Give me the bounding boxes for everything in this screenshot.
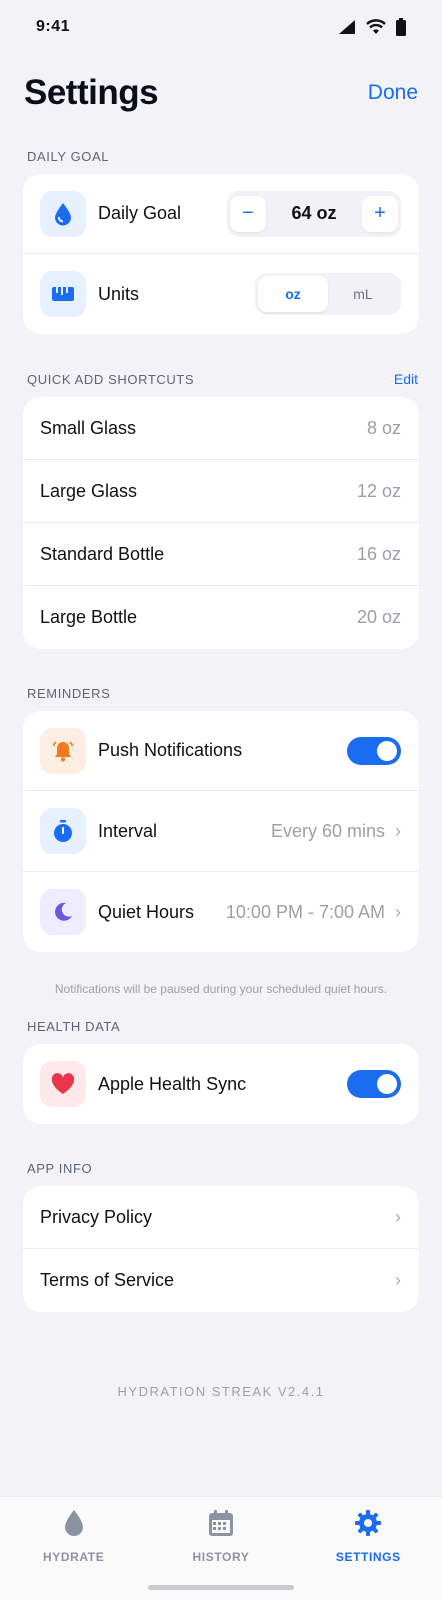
units-row: Units oz mL xyxy=(23,254,419,334)
calendar-icon xyxy=(208,1509,234,1542)
chevron-right-icon: › xyxy=(395,820,401,841)
tab-label: SETTINGS xyxy=(335,1550,401,1564)
status-bar: 9:41 xyxy=(0,0,442,54)
quiet-hours-value: 10:00 PM - 7:00 AM xyxy=(225,901,385,922)
page-title: Settings xyxy=(24,73,159,112)
quick-add-amount: 8 oz xyxy=(366,417,401,438)
quick-add-item[interactable]: Small Glass 8 oz xyxy=(23,397,419,460)
tab-hydrate[interactable]: HYDRATE xyxy=(14,1509,134,1600)
chevron-right-icon: › xyxy=(395,901,401,922)
push-notifications-row: Push Notifications xyxy=(23,711,419,791)
privacy-policy-label: Privacy Policy xyxy=(40,1206,153,1227)
interval-row[interactable]: Interval Every 60 mins › xyxy=(23,791,419,872)
apple-health-row: Apple Health Sync xyxy=(23,1044,419,1124)
quick-add-amount: 16 oz xyxy=(356,543,401,564)
terms-of-service-row[interactable]: Terms of Service › xyxy=(23,1249,419,1312)
increase-goal-button[interactable]: + xyxy=(362,195,398,232)
stopwatch-icon xyxy=(40,808,86,854)
status-time: 9:41 xyxy=(36,18,71,35)
wifi-icon xyxy=(366,19,386,35)
drop-icon xyxy=(63,1509,85,1542)
tab-settings[interactable]: SETTINGS xyxy=(308,1509,428,1600)
interval-value: Every 60 mins xyxy=(270,820,385,841)
quiet-hours-row[interactable]: Quiet Hours 10:00 PM - 7:00 AM › xyxy=(23,872,419,952)
units-option-ml[interactable]: mL xyxy=(328,276,398,312)
apple-health-toggle[interactable] xyxy=(347,1070,401,1098)
quick-add-label: Small Glass xyxy=(40,417,137,438)
quick-add-label: Standard Bottle xyxy=(40,543,165,564)
tab-label: HYDRATE xyxy=(43,1550,105,1564)
chevron-right-icon: › xyxy=(395,1206,401,1227)
quick-add-label: Large Bottle xyxy=(40,607,138,627)
quiet-hours-footnote: Notifications will be paused during your… xyxy=(54,982,388,996)
units-label: Units xyxy=(98,283,140,304)
daily-goal-label: Daily Goal xyxy=(98,203,182,223)
done-button[interactable]: Done xyxy=(368,81,418,105)
interval-label: Interval xyxy=(98,820,158,841)
gear-icon xyxy=(354,1509,382,1542)
water-drop-icon xyxy=(40,190,86,237)
section-label-app-info: APP INFO xyxy=(27,1161,93,1176)
quick-add-item[interactable]: Large Glass 12 oz xyxy=(23,460,419,523)
section-label-quick-add: QUICK ADD SHORTCUTS xyxy=(27,372,195,387)
daily-goal-row: Daily Goal − 64 oz + xyxy=(23,174,419,254)
reminders-card: Push Notifications Interval Every 60 min… xyxy=(23,711,419,952)
daily-goal-value: 64 oz xyxy=(291,203,337,223)
decrease-goal-button[interactable]: − xyxy=(230,195,266,232)
edit-shortcuts-button[interactable]: Edit xyxy=(394,371,418,387)
quick-add-item[interactable]: Large Bottle 20 oz xyxy=(23,586,419,649)
home-indicator xyxy=(148,1585,294,1590)
app-info-card: Privacy Policy › Terms of Service › xyxy=(23,1186,419,1312)
quick-add-card: Small Glass 8 oz Large Glass 12 oz Stand… xyxy=(23,397,419,649)
bell-icon xyxy=(40,727,86,774)
apple-health-label: Apple Health Sync xyxy=(98,1073,247,1094)
quick-add-amount: 20 oz xyxy=(356,607,401,627)
ruler-icon xyxy=(40,271,86,317)
quick-add-item[interactable]: Standard Bottle 16 oz xyxy=(23,523,419,586)
daily-goal-stepper: − 64 oz + xyxy=(227,190,401,237)
section-label-health-data: HEALTH DATA xyxy=(27,1019,121,1034)
tab-label: HISTORY xyxy=(192,1550,250,1564)
heart-icon xyxy=(40,1061,86,1107)
quick-add-amount: 12 oz xyxy=(356,480,401,501)
units-option-oz[interactable]: oz xyxy=(258,276,328,312)
quick-add-label: Large Glass xyxy=(40,480,138,501)
battery-icon xyxy=(396,18,406,36)
units-segmented-control: oz mL xyxy=(255,273,401,315)
push-notifications-toggle[interactable] xyxy=(347,736,401,765)
cellular-signal-icon xyxy=(338,19,356,35)
moon-icon xyxy=(40,889,86,935)
daily-goal-card: Daily Goal − 64 oz + Units oz mL xyxy=(23,174,419,334)
status-icons xyxy=(338,18,406,36)
chevron-right-icon: › xyxy=(395,1270,401,1290)
privacy-policy-row[interactable]: Privacy Policy › xyxy=(23,1186,419,1249)
app-version: HYDRATION STREAK V2.4.1 xyxy=(117,1384,325,1399)
health-data-card: Apple Health Sync xyxy=(23,1044,419,1124)
push-notifications-label: Push Notifications xyxy=(98,740,243,760)
terms-of-service-label: Terms of Service xyxy=(40,1270,175,1290)
quiet-hours-label: Quiet Hours xyxy=(98,901,195,922)
section-label-daily-goal: DAILY GOAL xyxy=(27,149,110,164)
section-label-reminders: REMINDERS xyxy=(27,686,111,701)
header: Settings Done xyxy=(0,70,442,116)
